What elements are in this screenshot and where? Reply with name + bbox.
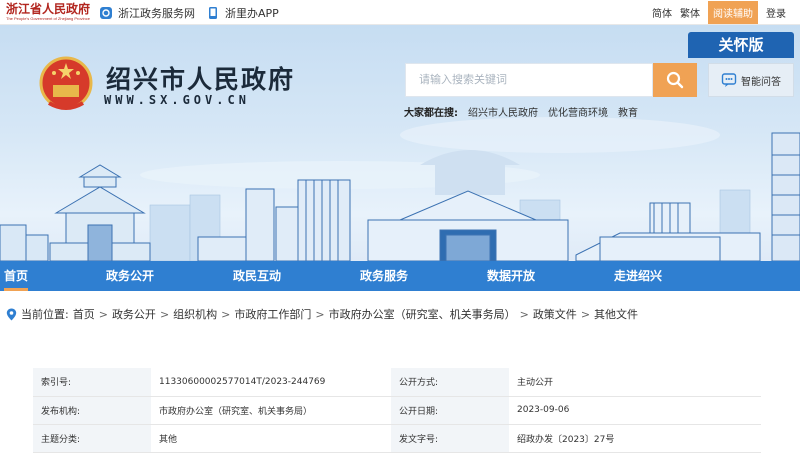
site-domain: WWW.SX.GOV.CN <box>104 93 250 107</box>
zhejiang-logo[interactable]: 浙江省人民政府 The People's Government of Zheji… <box>6 2 91 22</box>
breadcrumb-link[interactable]: 市政府工作部门 <box>234 306 311 322</box>
nav-item-gov-services[interactable]: 政务服务 <box>360 261 408 291</box>
publisher-value: 市政府办公室（研究室、机关事务局） <box>151 396 391 425</box>
publish-date-label: 公开日期: <box>391 396 509 425</box>
chat-icon <box>721 73 737 87</box>
breadcrumb-link[interactable]: 组织机构 <box>173 306 217 322</box>
location-pin-icon <box>6 308 17 320</box>
index-number-label: 索引号: <box>33 368 151 397</box>
hot-searches-label: 大家都在搜: <box>404 108 458 119</box>
nav-item-home[interactable]: 首页 <box>4 261 29 291</box>
disclosure-method-label: 公开方式: <box>391 368 509 397</box>
publish-date-value: 2023-09-06 <box>509 396 761 425</box>
search-button[interactable] <box>653 63 697 97</box>
zhejiang-logo-subtitle: The People's Government of Zhejiang Prov… <box>6 16 90 21</box>
nav-item-interaction[interactable]: 政民互动 <box>233 261 281 291</box>
breadcrumb-separator: > <box>580 307 591 321</box>
header-banner: 绍兴市人民政府 WWW.SX.GOV.CN 关怀版 请输入搜索关键词 智能问答 … <box>0 25 800 261</box>
top-bar: 浙江省人民政府 The People's Government of Zheji… <box>0 0 800 25</box>
table-row: 发布机构: 市政府办公室（研究室、机关事务局） 公开日期: 2023-09-06 <box>33 396 761 425</box>
breadcrumb-separator: > <box>221 307 231 321</box>
breadcrumb-separator: > <box>159 307 170 321</box>
search-icon <box>666 71 684 89</box>
simplified-link[interactable]: 简体 <box>652 5 672 20</box>
nav-item-gov-affairs-open[interactable]: 政务公开 <box>106 261 154 291</box>
breadcrumb-label: 当前位置: <box>21 308 69 321</box>
national-emblem-icon <box>39 56 93 110</box>
breadcrumb-link[interactable]: 政策文件 <box>533 306 577 322</box>
document-info-table: 索引号: 11330600002577014T/2023-244769 公开方式… <box>33 368 761 453</box>
zhejiang-service-label: 浙江政务服务网 <box>118 7 195 20</box>
hot-search-term[interactable]: 优化营商环境 <box>548 104 608 119</box>
breadcrumb-current: 其他文件 <box>594 308 639 321</box>
table-row: 索引号: 11330600002577014T/2023-244769 公开方式… <box>33 368 761 397</box>
site-title: 绍兴市人民政府 <box>106 65 296 94</box>
breadcrumb-separator: > <box>519 307 529 321</box>
table-row: 主题分类: 其他 发文字号: 绍政办发〔2023〕27号 <box>33 424 761 453</box>
publisher-label: 发布机构: <box>33 396 151 425</box>
nav-item-open-data[interactable]: 数据开放 <box>487 261 535 291</box>
topic-category-label: 主题分类: <box>33 424 151 453</box>
service-icon <box>100 7 112 19</box>
document-number-value: 绍政办发〔2023〕27号 <box>509 424 761 453</box>
care-mode-button[interactable]: 关怀版 <box>688 32 794 58</box>
smart-qa-label: 智能问答 <box>741 76 781 88</box>
breadcrumb-separator: > <box>315 307 325 321</box>
login-link[interactable]: 登录 <box>766 5 786 20</box>
reading-aid-button[interactable]: 阅读辅助 <box>708 0 758 24</box>
document-number-label: 发文字号: <box>391 424 509 453</box>
top-bar-right: 简体 繁体 阅读辅助 登录 <box>652 0 786 24</box>
topic-category-value: 其他 <box>151 424 391 453</box>
smart-qa-button[interactable]: 智能问答 <box>708 63 794 97</box>
hot-search-term[interactable]: 教育 <box>618 104 638 119</box>
search-input[interactable]: 请输入搜索关键词 <box>405 63 653 97</box>
phone-icon <box>209 7 217 19</box>
zhejiang-service-link[interactable]: 浙江政务服务网 <box>99 5 195 21</box>
breadcrumb-link[interactable]: 政务公开 <box>112 306 156 322</box>
breadcrumb-link[interactable]: 市政府办公室（研究室、机关事务局） <box>329 306 516 322</box>
nav-item-about-shaoxing[interactable]: 走进绍兴 <box>614 261 662 291</box>
breadcrumb: 当前位置: 首页 > 政务公开 > 组织机构 > 市政府工作部门 > 市政府办公… <box>6 306 638 322</box>
hot-search-term[interactable]: 绍兴市人民政府 <box>468 104 538 119</box>
disclosure-method-value: 主动公开 <box>509 368 761 397</box>
breadcrumb-link[interactable]: 首页 <box>73 306 95 322</box>
breadcrumb-separator: > <box>98 307 108 321</box>
zhelibang-app-link[interactable]: 浙里办APP <box>206 5 279 21</box>
zhelibang-app-label: 浙里办APP <box>225 7 279 20</box>
index-number-value: 11330600002577014T/2023-244769 <box>151 368 391 397</box>
traditional-link[interactable]: 繁体 <box>680 5 700 20</box>
main-nav: 首页 政务公开 政民互动 政务服务 数据开放 走进绍兴 <box>0 261 800 291</box>
zhejiang-logo-title: 浙江省人民政府 <box>6 2 91 16</box>
hot-searches: 大家都在搜: 绍兴市人民政府 优化营商环境 教育 <box>404 104 638 119</box>
